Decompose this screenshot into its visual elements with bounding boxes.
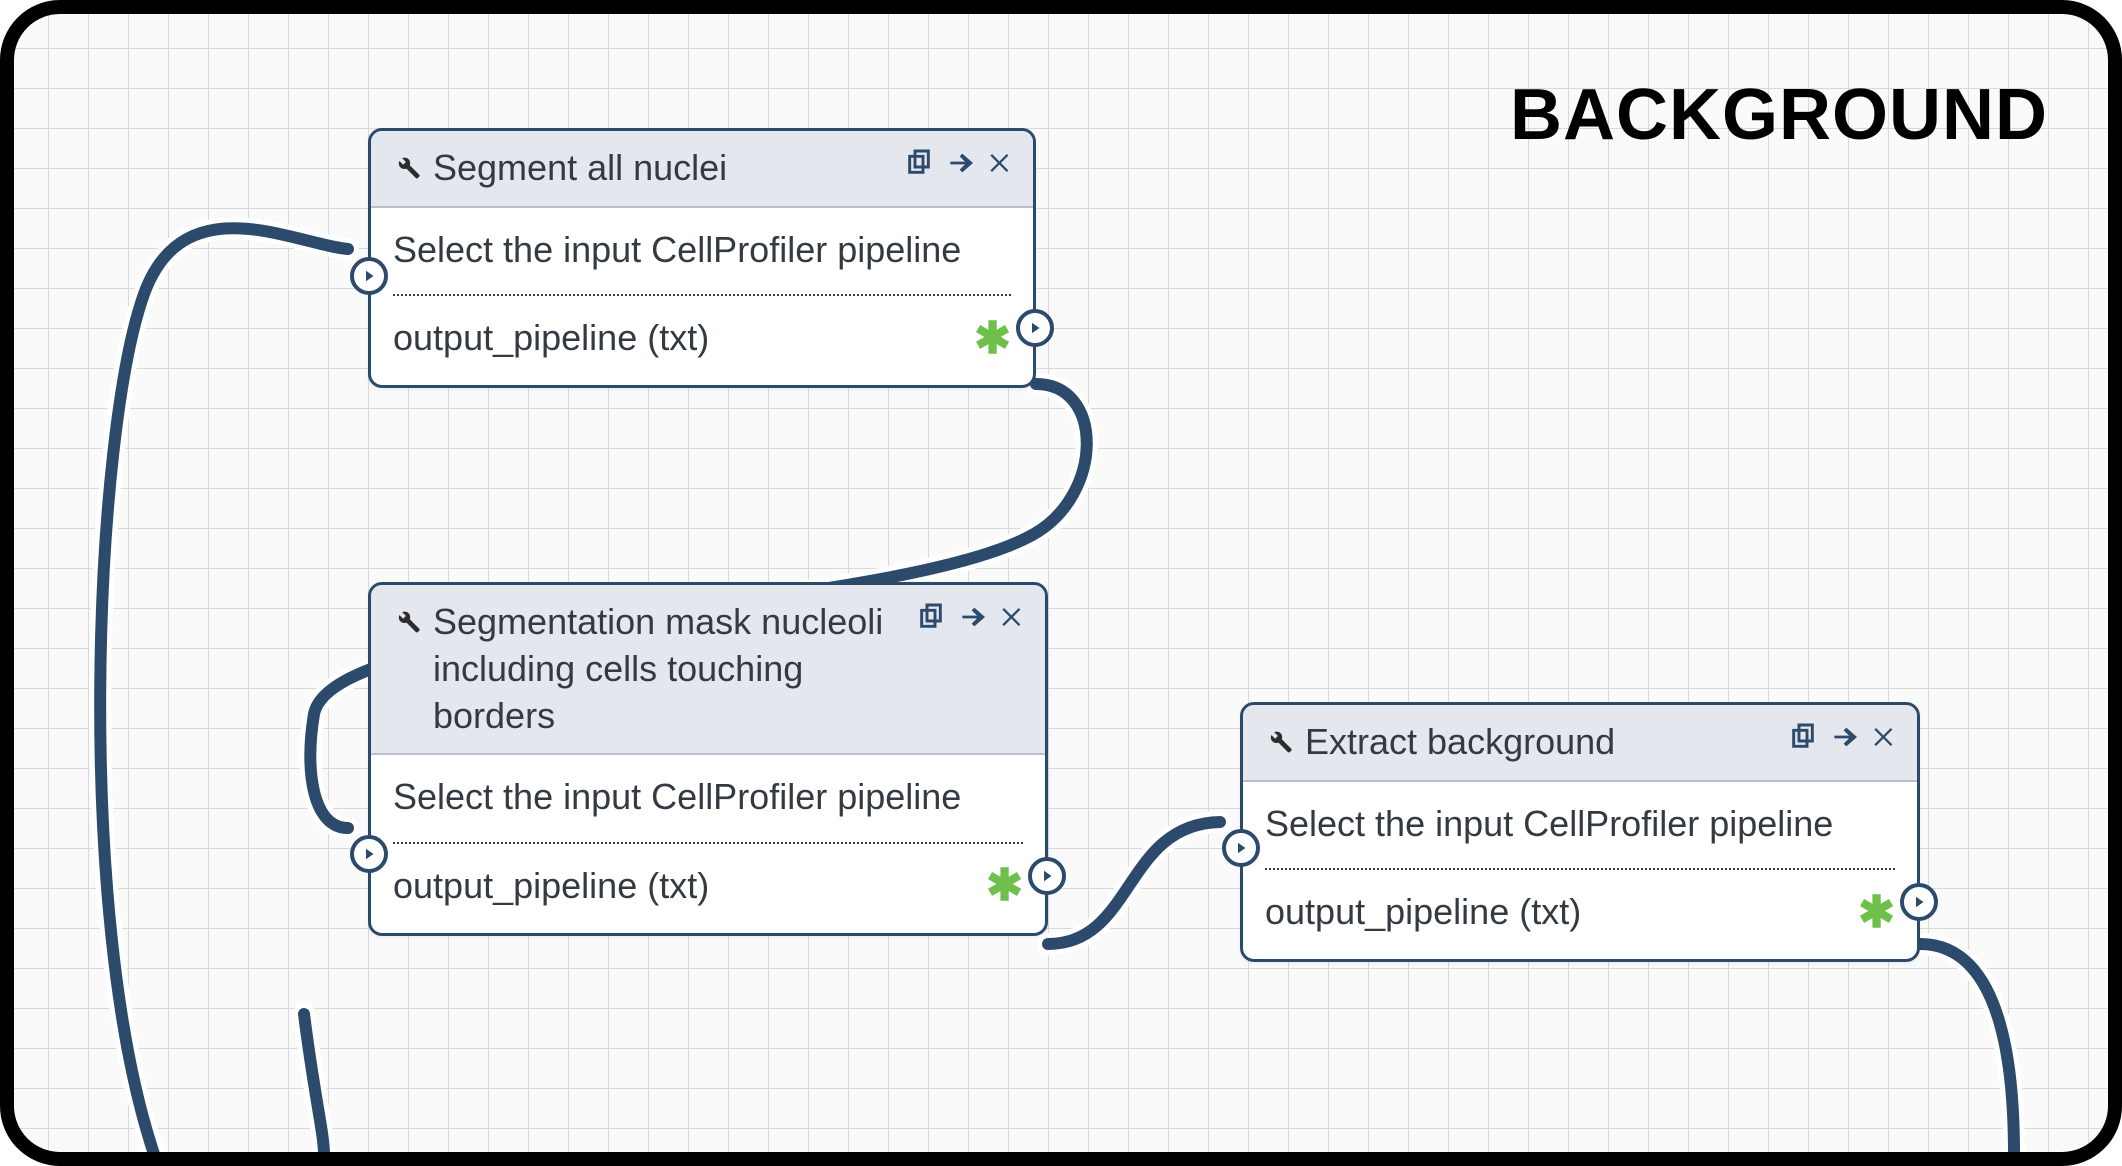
- input-row[interactable]: Select the input CellProfiler pipeline: [393, 773, 1023, 836]
- node-body: Select the input CellProfiler pipeline o…: [1243, 782, 1917, 959]
- section-label-background: BACKGROUND: [1510, 74, 2048, 156]
- io-divider: [1265, 868, 1895, 870]
- output-port[interactable]: [1016, 309, 1054, 347]
- input-port[interactable]: [350, 835, 388, 873]
- input-port[interactable]: [1222, 829, 1260, 867]
- duplicate-icon[interactable]: [903, 147, 935, 179]
- close-icon[interactable]: [987, 149, 1015, 177]
- output-row[interactable]: output_pipeline (txt) ✱: [393, 310, 1011, 363]
- input-label: Select the input CellProfiler pipeline: [1265, 803, 1833, 844]
- wrench-icon: [389, 149, 421, 181]
- node-body: Select the input CellProfiler pipeline o…: [371, 755, 1045, 932]
- output-row[interactable]: output_pipeline (txt) ✱: [1265, 884, 1895, 937]
- output-label: output_pipeline (txt): [393, 862, 709, 911]
- workflow-node-segmentation-mask-nucleoli[interactable]: Segmentation mask nucleoli including cel…: [368, 582, 1048, 936]
- input-label: Select the input CellProfiler pipeline: [393, 229, 961, 270]
- run-arrow-icon[interactable]: [945, 147, 977, 179]
- output-port[interactable]: [1900, 883, 1938, 921]
- node-title: Segment all nuclei: [433, 145, 903, 192]
- workflow-node-segment-all-nuclei[interactable]: Segment all nuclei Select the input Cell…: [368, 128, 1036, 388]
- run-arrow-icon[interactable]: [957, 601, 989, 633]
- workflow-node-extract-background[interactable]: Extract background Select the input Cell…: [1240, 702, 1920, 962]
- node-body: Select the input CellProfiler pipeline o…: [371, 208, 1033, 385]
- output-row[interactable]: output_pipeline (txt) ✱: [393, 858, 1023, 911]
- required-asterisk-icon: ✱: [986, 864, 1023, 908]
- node-header[interactable]: Extract background: [1243, 705, 1917, 782]
- required-asterisk-icon: ✱: [974, 317, 1011, 361]
- input-label: Select the input CellProfiler pipeline: [393, 776, 961, 817]
- workflow-canvas[interactable]: BACKGROUND Segment all nuclei Sel: [0, 0, 2122, 1166]
- io-divider: [393, 842, 1023, 844]
- duplicate-icon[interactable]: [915, 601, 947, 633]
- required-asterisk-icon: ✱: [1858, 891, 1895, 935]
- node-title: Extract background: [1305, 719, 1787, 766]
- node-title: Segmentation mask nucleoli including cel…: [433, 599, 915, 739]
- close-icon[interactable]: [999, 603, 1027, 631]
- connection-wires: [14, 14, 2108, 1152]
- output-port[interactable]: [1028, 857, 1066, 895]
- run-arrow-icon[interactable]: [1829, 721, 1861, 753]
- wrench-icon: [1261, 723, 1293, 755]
- wrench-icon: [389, 603, 421, 635]
- output-label: output_pipeline (txt): [393, 314, 709, 363]
- input-row[interactable]: Select the input CellProfiler pipeline: [393, 226, 1011, 289]
- io-divider: [393, 294, 1011, 296]
- input-port[interactable]: [350, 257, 388, 295]
- close-icon[interactable]: [1871, 723, 1899, 751]
- input-row[interactable]: Select the input CellProfiler pipeline: [1265, 800, 1895, 863]
- output-label: output_pipeline (txt): [1265, 888, 1581, 937]
- duplicate-icon[interactable]: [1787, 721, 1819, 753]
- node-header[interactable]: Segment all nuclei: [371, 131, 1033, 208]
- node-header[interactable]: Segmentation mask nucleoli including cel…: [371, 585, 1045, 755]
